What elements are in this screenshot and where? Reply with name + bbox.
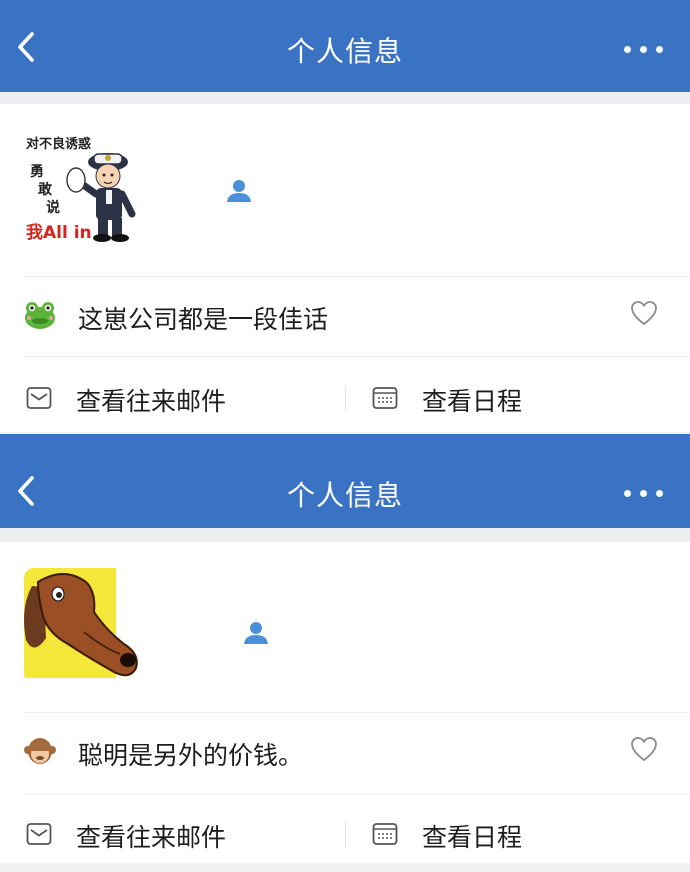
view-calendar-label: 查看日程 [422,823,523,852]
signature-text: 这崽公司都是一段佳话 [78,305,329,334]
profile-header [0,542,690,714]
signature-row: 这崽公司都是一段佳话 [0,276,690,356]
sticker-text-2: 勇 [30,164,44,180]
person-icon [227,180,251,202]
police-sticker-image: 对不良诱惑 勇 敢 说 我All in [24,132,140,248]
profile-card: 聪明是另外的价钱。 查看往来邮件 查看日程 [0,542,690,863]
signature-text: 聪明是另外的价钱。 [78,741,304,770]
view-mail-label: 查看往来邮件 [76,823,227,852]
action-separator [345,822,346,848]
dog-cartoon-image [24,568,140,684]
person-icon [244,622,268,644]
more-horizontal-icon[interactable] [624,488,664,500]
page-title: 个人信息 [286,479,403,512]
profile-card: 对不良诱惑 勇 敢 说 我All in 这崽公司都是一段佳话 查看往来邮件 查看… [0,104,690,432]
navbar: 个人信息 [0,434,690,528]
signature-row: 聪明是另外的价钱。 [0,712,690,792]
sticker-text-1: 对不良诱惑 [26,136,91,152]
view-calendar-button[interactable]: 查看日程 [372,356,672,434]
navbar: 个人信息 [0,0,690,92]
action-row: 查看往来邮件 查看日程 [0,794,690,863]
action-row: 查看往来邮件 查看日程 [0,356,690,434]
view-calendar-label: 查看日程 [422,387,523,416]
profile-screen-1: 个人信息 对不良诱惑 勇 敢 说 我All in 这崽公司都是一段佳话 查看往来… [0,0,690,432]
profile-header: 对不良诱惑 勇 敢 说 我All in [0,104,690,276]
mail-icon [26,823,52,845]
avatar[interactable]: 对不良诱惑 勇 敢 说 我All in [24,132,140,248]
view-mail-button[interactable]: 查看往来邮件 [26,356,326,434]
section-gap [0,92,690,104]
page-title: 个人信息 [286,35,403,68]
monkey-emoji [24,738,56,764]
section-gap [0,528,690,542]
sticker-text-5: 我All in [26,223,92,243]
avatar[interactable] [24,568,140,684]
sticker-text-4: 说 [46,199,60,216]
heart-icon[interactable] [630,300,658,326]
mail-icon [26,387,52,409]
frog-emoji [25,302,55,329]
calendar-icon [372,823,398,845]
profile-screen-2: 个人信息 聪明是另外的价钱。 查看往来邮件 查看日程 [0,432,690,863]
calendar-icon [372,387,398,409]
view-mail-label: 查看往来邮件 [76,387,227,416]
view-mail-button[interactable]: 查看往来邮件 [26,794,326,872]
heart-icon[interactable] [630,736,658,762]
action-separator [345,386,346,412]
view-calendar-button[interactable]: 查看日程 [372,794,672,872]
more-horizontal-icon[interactable] [624,44,664,56]
sticker-text-3: 敢 [38,181,53,198]
